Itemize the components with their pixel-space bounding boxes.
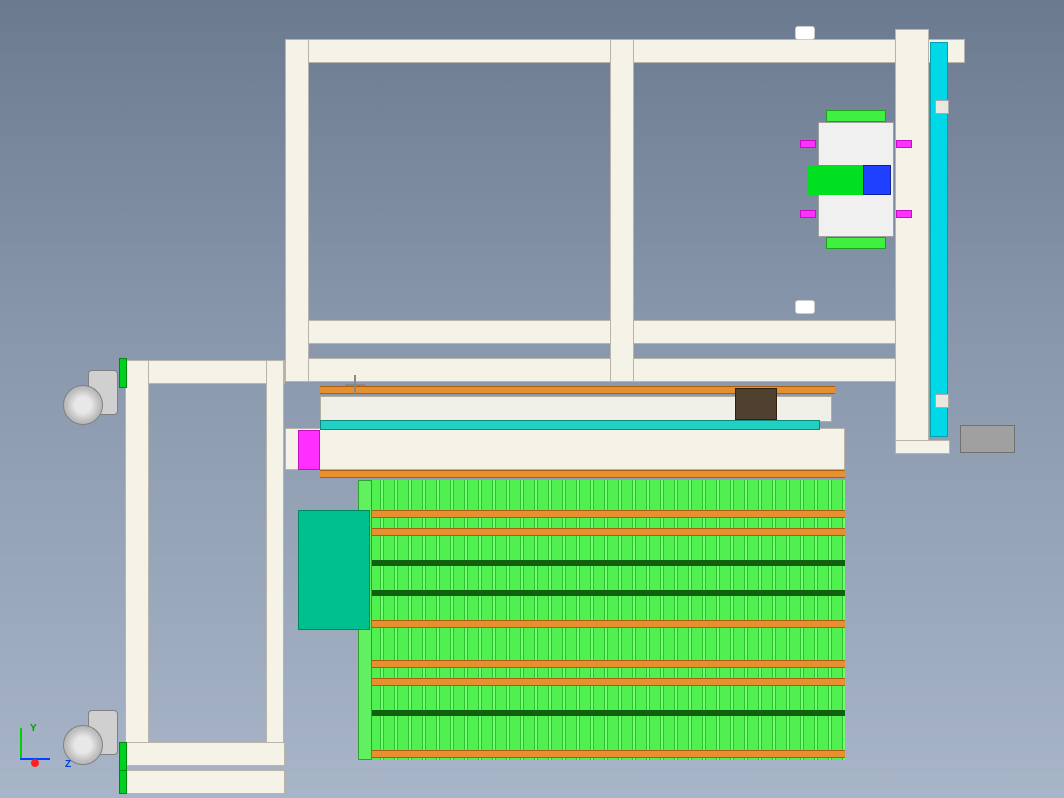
orange-rail [370,510,845,518]
orange-rail [370,660,845,668]
gantry-post-left [285,39,309,382]
cad-viewport[interactable]: Y Z [0,0,1064,798]
bearing-block [935,100,949,114]
green-end-plate [119,742,127,772]
orange-rail [370,620,845,628]
orange-rail [370,750,845,758]
orange-rail [370,528,845,536]
origin-marker-icon [345,375,365,395]
tool-green-block [808,165,868,195]
sensor-marker [795,26,815,40]
magenta-connector [896,140,912,148]
magenta-end-block [298,430,320,470]
cart-bottom-beam [125,742,285,766]
sensor-marker [795,300,815,314]
magenta-connector [800,140,816,148]
magenta-connector [800,210,816,218]
green-end-plate [119,770,127,794]
cart-top-beam [125,360,285,384]
lower-main-beam [285,428,845,470]
gray-bracket [960,425,1015,453]
drive-cylinder [298,510,370,630]
rack-groove [370,710,845,716]
axis-y-label: Y [30,723,37,734]
caster-wheel [58,370,118,430]
linear-rail-teal [320,420,820,430]
green-end-plate [119,358,127,388]
magenta-connector [896,210,912,218]
support-bracket [895,440,950,454]
orange-rail [320,470,845,478]
bearing-block [935,394,949,408]
tool-head-assembly [808,110,908,250]
cart-bottom-beam2 [125,770,285,794]
stepper-motor [735,388,777,420]
coordinate-axis-icon: Y Z [20,728,70,778]
blue-mount [863,165,891,195]
gantry-post-mid [610,39,634,382]
rack-groove [370,590,845,596]
gantry-mid-beam [285,320,915,344]
cart-post-right [266,360,284,765]
orange-rail [370,678,845,686]
axis-z-label: Z [65,759,71,770]
rack-groove [370,560,845,566]
gantry-top-beam [285,39,915,63]
cart-post-left [125,360,149,765]
gantry-bottom-beam [285,358,915,382]
